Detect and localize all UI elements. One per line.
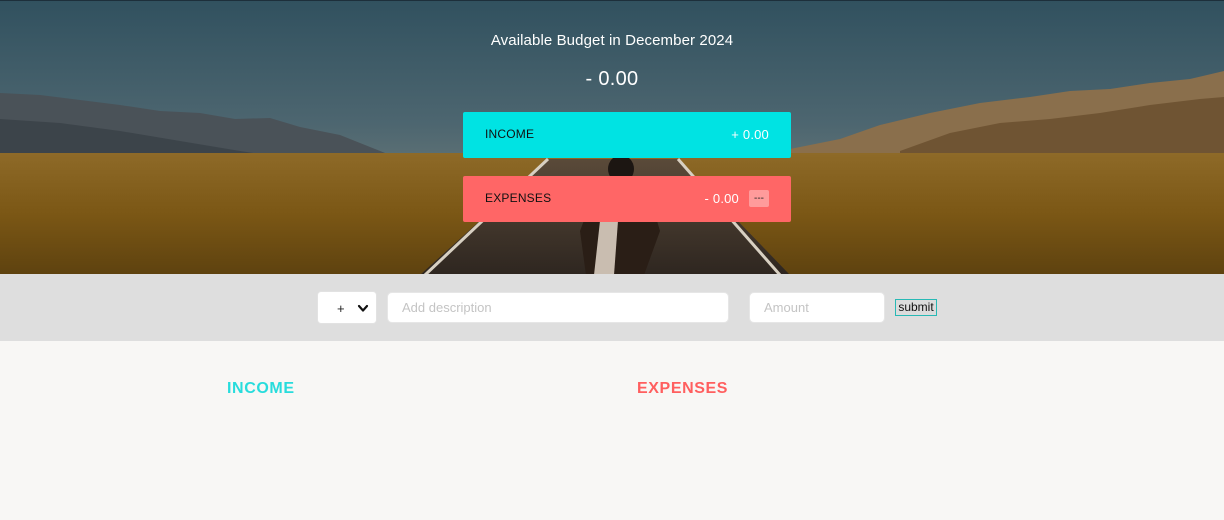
budget-income-value: + 0.00 <box>731 127 769 142</box>
budget-title: Available Budget in December 2024 <box>490 32 734 49</box>
expenses-list-title: Expenses <box>637 380 729 397</box>
income-list-title: Income <box>227 380 295 397</box>
budget-panel: Available Budget in December 2024 - 0.00… <box>0 1 1224 274</box>
add-entry-bar: + submit <box>0 274 1224 341</box>
budget-income-label: INCOME <box>485 127 535 141</box>
submit-button[interactable]: submit <box>895 299 937 316</box>
budget-expenses-label: EXPENSES <box>485 191 552 205</box>
budget-expenses-card: EXPENSES - 0.00 --- <box>463 176 791 222</box>
add-type-selected: + <box>337 301 345 316</box>
budget-header: Available Budget in December 2024 - 0.00… <box>0 0 1224 274</box>
budget-expenses-value: - 0.00 <box>704 191 739 206</box>
budget-expenses-percentage: --- <box>749 190 769 207</box>
chevron-down-icon <box>357 304 369 312</box>
budget-income-card: INCOME + 0.00 <box>463 112 791 158</box>
add-description-input[interactable] <box>387 292 729 323</box>
add-amount-input[interactable] <box>749 292 885 323</box>
income-list <box>227 410 587 510</box>
expenses-list <box>637 410 997 510</box>
add-type-select[interactable]: + <box>317 291 377 324</box>
budget-value: - 0.00 <box>585 68 639 90</box>
